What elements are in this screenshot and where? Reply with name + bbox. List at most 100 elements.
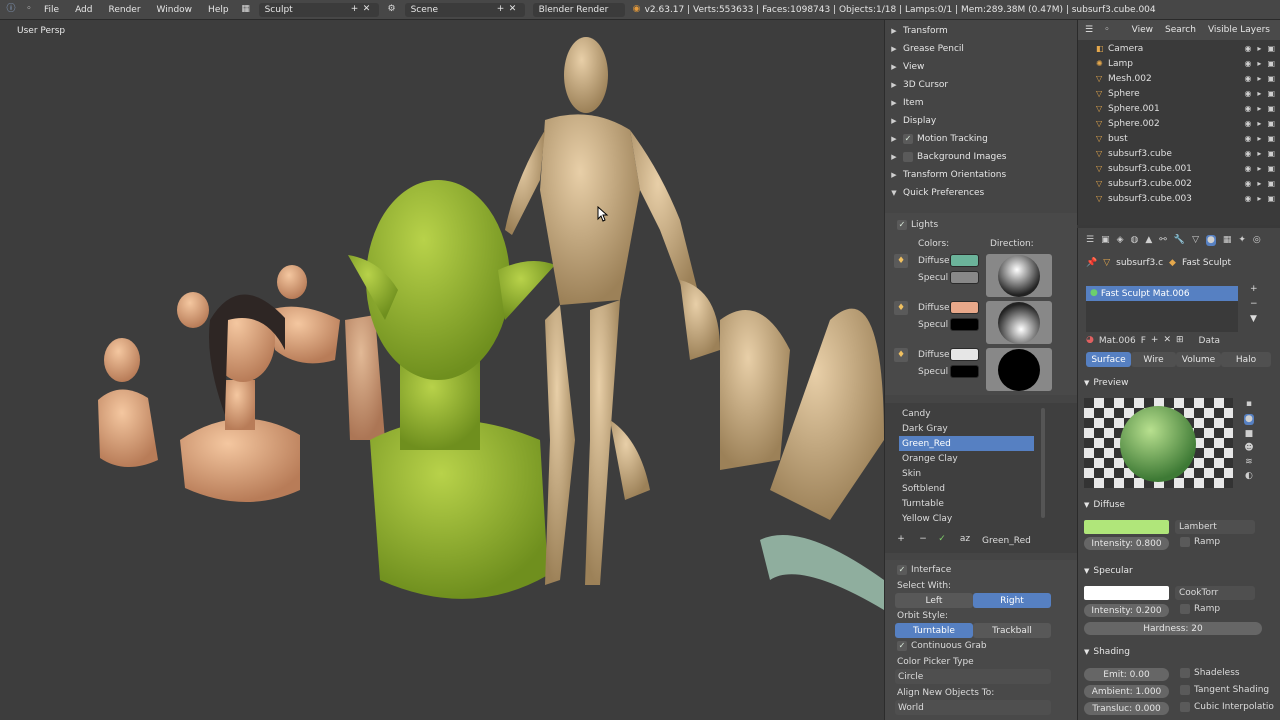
render-icon[interactable]: ▣ xyxy=(1267,104,1275,113)
continuous-grab-toggle[interactable]: ✓ Continuous Grab xyxy=(897,641,987,651)
light-bulb-icon[interactable]: ♦ xyxy=(894,348,908,362)
orbit-trackball-button[interactable]: Trackball xyxy=(973,623,1051,638)
emit-slider[interactable]: Emit: 0.00 xyxy=(1084,668,1169,681)
modifiers-tab-icon[interactable]: 🔧 xyxy=(1174,235,1185,245)
select-arrow-icon[interactable]: ▸ xyxy=(1257,134,1261,143)
preset-item[interactable]: Skin xyxy=(899,466,1034,481)
display-mode-select[interactable]: Visible Layers xyxy=(1208,25,1270,35)
tab-halo[interactable]: Halo xyxy=(1221,352,1271,367)
properties-editor-icon[interactable]: ☰ xyxy=(1086,235,1094,245)
checkbox-checked-icon[interactable]: ✓ xyxy=(903,133,913,144)
light3-direction-sphere[interactable] xyxy=(986,348,1052,391)
fake-user-toggle[interactable]: F xyxy=(1141,336,1146,346)
interface-toggle[interactable]: ✓ Interface xyxy=(897,565,951,575)
eye-icon[interactable]: ◉ xyxy=(1244,89,1251,98)
diffuse-ramp-toggle[interactable]: Ramp xyxy=(1180,537,1220,547)
scene-selector[interactable]: Scene + ✕ xyxy=(404,2,525,17)
outliner-row[interactable]: ▽ Sphere.002 ◉ ▸ ▣ xyxy=(1078,116,1280,131)
color-picker-select[interactable]: Circle xyxy=(895,669,1051,684)
add-preset-icon[interactable]: + xyxy=(895,535,907,544)
eye-icon[interactable]: ◉ xyxy=(1244,134,1251,143)
light1-direction-sphere[interactable] xyxy=(986,254,1052,297)
render-icon[interactable]: ▣ xyxy=(1267,59,1275,68)
checkbox-icon[interactable] xyxy=(1180,702,1190,712)
visibility-toggles[interactable]: ◉ ▸ ▣ xyxy=(1244,74,1275,83)
preset-item[interactable]: Turntable xyxy=(899,496,1034,511)
remove-slot-icon[interactable]: − xyxy=(1250,300,1258,309)
eye-icon[interactable]: ◉ xyxy=(1244,149,1251,158)
checkbox-icon[interactable] xyxy=(1180,604,1190,614)
light2-specular-swatch[interactable] xyxy=(950,318,979,331)
scene-tab-icon[interactable]: ◈ xyxy=(1117,235,1124,245)
select-arrow-icon[interactable]: ▸ xyxy=(1257,89,1261,98)
slot-menu-icon[interactable]: ▼ xyxy=(1250,315,1257,324)
sort-alpha-icon[interactable]: az xyxy=(958,535,972,544)
specular-color-swatch[interactable] xyxy=(1084,586,1169,600)
preview-header[interactable]: ▼ Preview xyxy=(1084,378,1128,388)
node-toggle-icon[interactable]: ⊞ xyxy=(1176,336,1184,345)
select-left-button[interactable]: Left xyxy=(895,593,973,608)
material-slot-selected[interactable]: ● Fast Sculpt Mat.006 xyxy=(1086,286,1238,301)
preset-item[interactable]: Yellow Clay xyxy=(899,511,1034,526)
visibility-toggles[interactable]: ◉ ▸ ▣ xyxy=(1244,44,1275,53)
render-icon[interactable]: ▣ xyxy=(1267,179,1275,188)
checkbox-icon[interactable] xyxy=(1180,685,1190,695)
light1-specular-swatch[interactable] xyxy=(950,271,979,284)
visibility-toggles[interactable]: ◉ ▸ ▣ xyxy=(1244,194,1275,203)
outliner-row[interactable]: ◧ Camera ◉ ▸ ▣ xyxy=(1078,41,1280,56)
specular-ramp-toggle[interactable]: Ramp xyxy=(1180,604,1220,614)
outliner-row[interactable]: ▽ subsurf3.cube.001 ◉ ▸ ▣ xyxy=(1078,161,1280,176)
close-icon[interactable]: ✕ xyxy=(507,5,519,14)
object-tab-icon[interactable]: ▲ xyxy=(1145,235,1152,245)
light-bulb-icon[interactable]: ♦ xyxy=(894,254,908,268)
checkbox-icon[interactable] xyxy=(1180,668,1190,678)
light2-diffuse-swatch[interactable] xyxy=(950,301,979,314)
render-icon[interactable]: ▣ xyxy=(1267,164,1275,173)
section-3d-cursor[interactable]: ▶ 3D Cursor xyxy=(885,76,1077,93)
cubic-interpolation-toggle[interactable]: Cubic Interpolatio xyxy=(1180,702,1274,712)
eye-icon[interactable]: ◉ xyxy=(1244,104,1251,113)
menu-add[interactable]: Add xyxy=(67,5,100,15)
tab-volume[interactable]: Volume xyxy=(1176,352,1221,367)
visibility-toggles[interactable]: ◉ ▸ ▣ xyxy=(1244,164,1275,173)
visibility-toggles[interactable]: ◉ ▸ ▣ xyxy=(1244,179,1275,188)
preview-cube-icon[interactable]: ■ xyxy=(1244,430,1254,439)
add-slot-icon[interactable]: + xyxy=(1250,285,1258,294)
preview-monkey-icon[interactable]: ☻ xyxy=(1244,444,1254,453)
collapse-icon[interactable]: ◦ xyxy=(1100,25,1114,35)
checkbox-checked-icon[interactable]: ✓ xyxy=(897,565,907,575)
outliner-editor-icon[interactable]: ☰ xyxy=(1078,25,1100,35)
outliner-row[interactable]: ▽ bust ◉ ▸ ▣ xyxy=(1078,131,1280,146)
info-editor-icon[interactable]: ⓘ xyxy=(0,5,22,14)
preset-item[interactable]: Candy xyxy=(899,406,1034,421)
menu-search[interactable]: Search xyxy=(1165,25,1196,35)
light1-diffuse-swatch[interactable] xyxy=(950,254,979,267)
render-icon[interactable]: ▣ xyxy=(1267,89,1275,98)
remove-preset-icon[interactable]: − xyxy=(917,535,929,544)
select-arrow-icon[interactable]: ▸ xyxy=(1257,44,1261,53)
render-icon[interactable]: ▣ xyxy=(1267,74,1275,83)
outliner-row[interactable]: ▽ subsurf3.cube ◉ ▸ ▣ xyxy=(1078,146,1280,161)
select-arrow-icon[interactable]: ▸ xyxy=(1257,59,1261,68)
physics-tab-icon[interactable]: ◎ xyxy=(1253,235,1261,245)
orbit-turntable-button[interactable]: Turntable xyxy=(895,623,973,638)
collapse-icon[interactable]: ◦ xyxy=(22,5,36,14)
tab-surface[interactable]: Surface xyxy=(1086,352,1131,367)
diffuse-shader-select[interactable]: Lambert xyxy=(1175,520,1255,534)
select-arrow-icon[interactable]: ▸ xyxy=(1257,119,1261,128)
render-icon[interactable]: ▣ xyxy=(1267,134,1275,143)
select-arrow-icon[interactable]: ▸ xyxy=(1257,104,1261,113)
shadeless-toggle[interactable]: Shadeless xyxy=(1180,668,1240,678)
diffuse-intensity-slider[interactable]: Intensity: 0.800 xyxy=(1084,537,1169,550)
diffuse-color-swatch[interactable] xyxy=(1084,520,1169,534)
menu-file[interactable]: File xyxy=(36,5,67,15)
specular-intensity-slider[interactable]: Intensity: 0.200 xyxy=(1084,604,1169,617)
menu-window[interactable]: Window xyxy=(149,5,201,15)
menu-render[interactable]: Render xyxy=(101,5,149,15)
eye-icon[interactable]: ◉ xyxy=(1244,179,1251,188)
tangent-shading-toggle[interactable]: Tangent Shading xyxy=(1180,685,1269,695)
specular-header[interactable]: ▼ Specular xyxy=(1084,566,1133,576)
preview-flat-icon[interactable]: ▪ xyxy=(1244,400,1254,409)
select-right-button[interactable]: Right xyxy=(973,593,1051,608)
visibility-toggles[interactable]: ◉ ▸ ▣ xyxy=(1244,149,1275,158)
